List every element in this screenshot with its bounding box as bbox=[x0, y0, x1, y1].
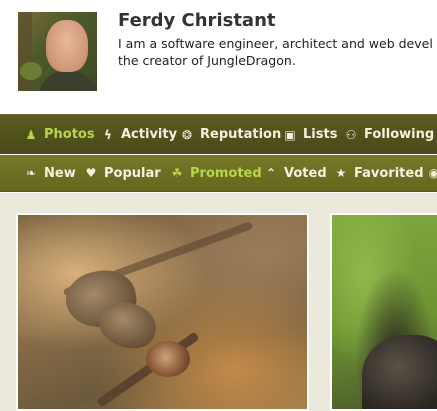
avatar-face bbox=[46, 20, 88, 72]
avatar[interactable] bbox=[18, 12, 97, 91]
heart-icon: ♥ bbox=[85, 166, 97, 180]
photo-card[interactable] bbox=[16, 213, 309, 411]
tab-following[interactable]: ⚇ Following bbox=[344, 115, 435, 154]
tab-label: Following bbox=[364, 127, 435, 142]
photo-animal-body bbox=[362, 335, 437, 409]
camera-icon: ▣ bbox=[284, 127, 296, 142]
subtab-map[interactable]: ◉ bbox=[427, 155, 437, 191]
bird-icon: ☘ bbox=[171, 166, 183, 180]
tab-label: Photos bbox=[44, 127, 95, 142]
subtab-voted[interactable]: ⌃ Voted bbox=[264, 155, 327, 191]
tab-activity[interactable]: ϟ Activity bbox=[101, 115, 177, 154]
bio-line-1: I am a software engineer, architect and … bbox=[118, 36, 433, 51]
subtab-label: Promoted bbox=[190, 165, 262, 181]
subtab-popular[interactable]: ♥ Popular bbox=[84, 155, 161, 191]
user-icon: ♟ bbox=[25, 127, 37, 142]
photo-card[interactable] bbox=[330, 213, 437, 411]
subtab-promoted[interactable]: ☘ Promoted bbox=[170, 155, 262, 191]
photo-acorn bbox=[146, 341, 190, 377]
bolt-icon: ϟ bbox=[104, 127, 112, 142]
tab-reputation[interactable]: ❂ Reputation bbox=[180, 115, 281, 154]
photo-animal[interactable] bbox=[332, 215, 437, 409]
tab-label: Reputation bbox=[200, 127, 282, 142]
chevron-up-icon: ⌃ bbox=[265, 166, 277, 180]
trophy-icon: ❂ bbox=[181, 127, 193, 142]
tab-label: Activity bbox=[121, 127, 178, 142]
star-icon: ★ bbox=[335, 166, 347, 180]
group-icon: ⚇ bbox=[345, 127, 357, 142]
photo-grid bbox=[0, 193, 437, 411]
bio-line-2: the creator of JungleDragon. bbox=[118, 53, 296, 68]
subtab-label: Voted bbox=[284, 165, 327, 181]
tab-lists[interactable]: ▣ Lists bbox=[283, 115, 337, 154]
avatar-shirt bbox=[38, 70, 97, 91]
subtab-label: New bbox=[44, 165, 76, 181]
leaf-icon: ❧ bbox=[25, 166, 37, 180]
tab-label: Lists bbox=[303, 127, 338, 142]
subtab-favorited[interactable]: ★ Favorited bbox=[334, 155, 424, 191]
tab-photos[interactable]: ♟ Photos bbox=[24, 115, 95, 154]
subtab-label: Popular bbox=[104, 165, 161, 181]
sub-nav: ❧ New ♥ Popular ☘ Promoted ⌃ Voted ★ Fav… bbox=[0, 155, 437, 192]
profile-header: Ferdy Christant I am a software engineer… bbox=[0, 0, 437, 114]
map-marker-icon: ◉ bbox=[428, 166, 437, 180]
main-nav: ♟ Photos ϟ Activity ❂ Reputation ▣ Lists… bbox=[0, 114, 437, 154]
profile-bio: I am a software engineer, architect and … bbox=[118, 35, 437, 69]
subtab-new[interactable]: ❧ New bbox=[24, 155, 76, 191]
subtab-label: Favorited bbox=[354, 165, 424, 181]
profile-name[interactable]: Ferdy Christant bbox=[118, 10, 276, 31]
avatar-bird bbox=[20, 62, 42, 80]
photo-butterfly[interactable] bbox=[18, 215, 307, 409]
